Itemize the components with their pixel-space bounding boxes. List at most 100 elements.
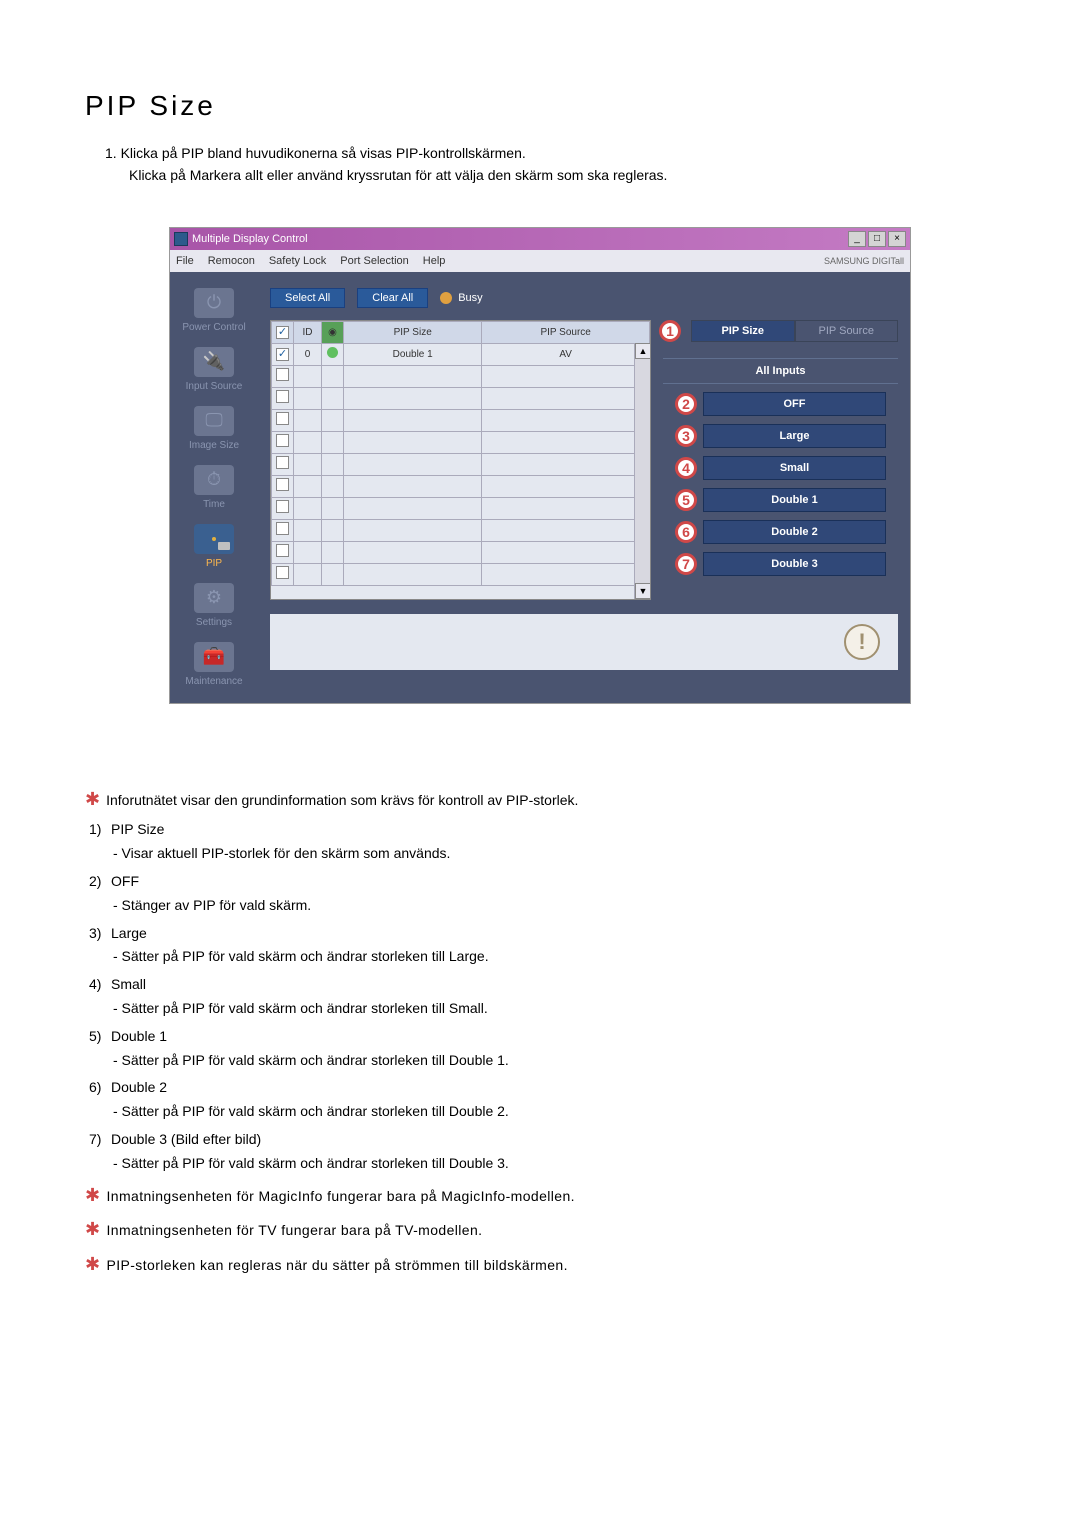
clear-all-button[interactable]: Clear All [357,288,428,308]
table-row[interactable] [272,409,650,431]
table-row[interactable] [272,563,650,585]
row-checkbox[interactable] [276,478,289,491]
table-row[interactable] [272,541,650,563]
table-row[interactable] [272,365,650,387]
row-checkbox[interactable] [276,500,289,513]
header-checkbox[interactable] [276,326,289,339]
def-num-2: 2) [89,870,111,894]
marker-3: 3 [675,425,697,447]
data-grid[interactable]: ID ◉ PIP Size PIP Source 0 Double 1 AV [270,320,651,600]
instructions: 1. Klicka på PIP bland huvudikonerna så … [85,142,995,187]
cell-id-0: 0 [294,343,322,365]
row-checkbox[interactable] [276,522,289,535]
toolbar: Select All Clear All Busy [270,288,898,308]
def-head-1: PIP Size [111,821,164,837]
marker-1: 1 [659,320,681,342]
image-icon: 🖵 [194,406,234,436]
row-checkbox[interactable] [276,390,289,403]
marker-5: 5 [675,489,697,511]
col-id[interactable]: ID [294,321,322,343]
def-head-6: Double 2 [111,1079,167,1095]
row-checkbox[interactable] [276,368,289,381]
sidebar: ⏻ Power Control 🔌 Input Source 🖵 Image S… [170,272,258,703]
table-row[interactable] [272,497,650,519]
table-row[interactable] [272,453,650,475]
def-num-7: 7) [89,1128,111,1152]
sidebar-item-maintenance[interactable]: 🧰 Maintenance [174,638,254,691]
sidebar-label-input: Input Source [186,381,243,392]
info-icon: ! [844,624,880,660]
menubar: File Remocon Safety Lock Port Selection … [170,250,910,272]
table-row[interactable] [272,387,650,409]
busy-label: Busy [458,292,482,304]
sidebar-item-time[interactable]: ⏱ Time [174,461,254,514]
menu-remocon[interactable]: Remocon [208,255,255,267]
row-checkbox[interactable] [276,544,289,557]
marker-2: 2 [675,393,697,415]
col-pip-source[interactable]: PIP Source [482,321,650,343]
menu-help[interactable]: Help [423,255,446,267]
row-checkbox[interactable] [276,434,289,447]
option-off-button[interactable]: OFF [703,392,886,416]
tab-pip-source[interactable]: PIP Source [795,320,899,342]
option-small-button[interactable]: Small [703,456,886,480]
menu-safety[interactable]: Safety Lock [269,255,326,267]
col-status[interactable]: ◉ [322,321,344,343]
scroll-down-button[interactable]: ▼ [635,583,651,599]
notes-section: ✱Inforutnätet visar den grundinformation… [85,784,995,1280]
scroll-up-button[interactable]: ▲ [635,343,651,359]
def-head-2: OFF [111,873,139,889]
instr-line2: Klicka på Markera allt eller använd krys… [129,164,995,186]
def-text-6: - Sätter på PIP för vald skärm och ändra… [113,1100,995,1124]
brand-label: SAMSUNG DIGITall [824,256,904,266]
busy-icon [440,292,452,304]
page-title: PIP Size [85,90,995,122]
table-row[interactable] [272,475,650,497]
row-checkbox[interactable] [276,456,289,469]
marker-4: 4 [675,457,697,479]
col-pip-size[interactable]: PIP Size [344,321,482,343]
table-row[interactable] [272,519,650,541]
table-row[interactable]: 0 Double 1 AV [272,343,650,365]
star-icon: ✱ [85,789,100,809]
def-text-3: - Sätter på PIP för vald skärm och ändra… [113,945,995,969]
option-large-button[interactable]: Large [703,424,886,448]
note-power: PIP-storleken kan regleras när du sätter… [106,1257,567,1273]
tab-pip-size[interactable]: PIP Size [691,320,795,342]
sidebar-item-input[interactable]: 🔌 Input Source [174,343,254,396]
select-all-button[interactable]: Select All [270,288,345,308]
def-text-2: - Stänger av PIP för vald skärm. [113,894,995,918]
window-title: Multiple Display Control [192,233,308,245]
table-row[interactable] [272,431,650,453]
option-double1-button[interactable]: Double 1 [703,488,886,512]
pip-icon [194,524,234,554]
sidebar-label-pip: PIP [206,558,222,569]
cell-source-0: AV [482,343,650,365]
sidebar-item-pip[interactable]: PIP [174,520,254,573]
sidebar-item-power[interactable]: ⏻ Power Control [174,284,254,337]
sidebar-item-settings[interactable]: ⚙ Settings [174,579,254,632]
titlebar: Multiple Display Control _ □ × [170,228,910,250]
app-window: Multiple Display Control _ □ × File Remo… [169,227,911,704]
menu-port[interactable]: Port Selection [340,255,408,267]
scrollbar[interactable]: ▲ ▼ [634,343,650,599]
close-button[interactable]: × [888,231,906,247]
option-double2-button[interactable]: Double 2 [703,520,886,544]
maintenance-icon: 🧰 [194,642,234,672]
row-checkbox-0[interactable] [276,348,289,361]
status-bar: ! [270,614,898,670]
def-head-5: Double 1 [111,1028,167,1044]
row-checkbox[interactable] [276,412,289,425]
star-icon: ✱ [85,1219,100,1239]
minimize-button[interactable]: _ [848,231,866,247]
menu-file[interactable]: File [176,255,194,267]
note-tv: Inmatningsenheten för TV fungerar bara p… [106,1222,482,1238]
option-double3-button[interactable]: Double 3 [703,552,886,576]
sidebar-label-time: Time [203,499,225,510]
time-icon: ⏱ [194,465,234,495]
busy-indicator: Busy [440,292,482,304]
cell-size-0: Double 1 [344,343,482,365]
row-checkbox[interactable] [276,566,289,579]
sidebar-item-image[interactable]: 🖵 Image Size [174,402,254,455]
maximize-button[interactable]: □ [868,231,886,247]
